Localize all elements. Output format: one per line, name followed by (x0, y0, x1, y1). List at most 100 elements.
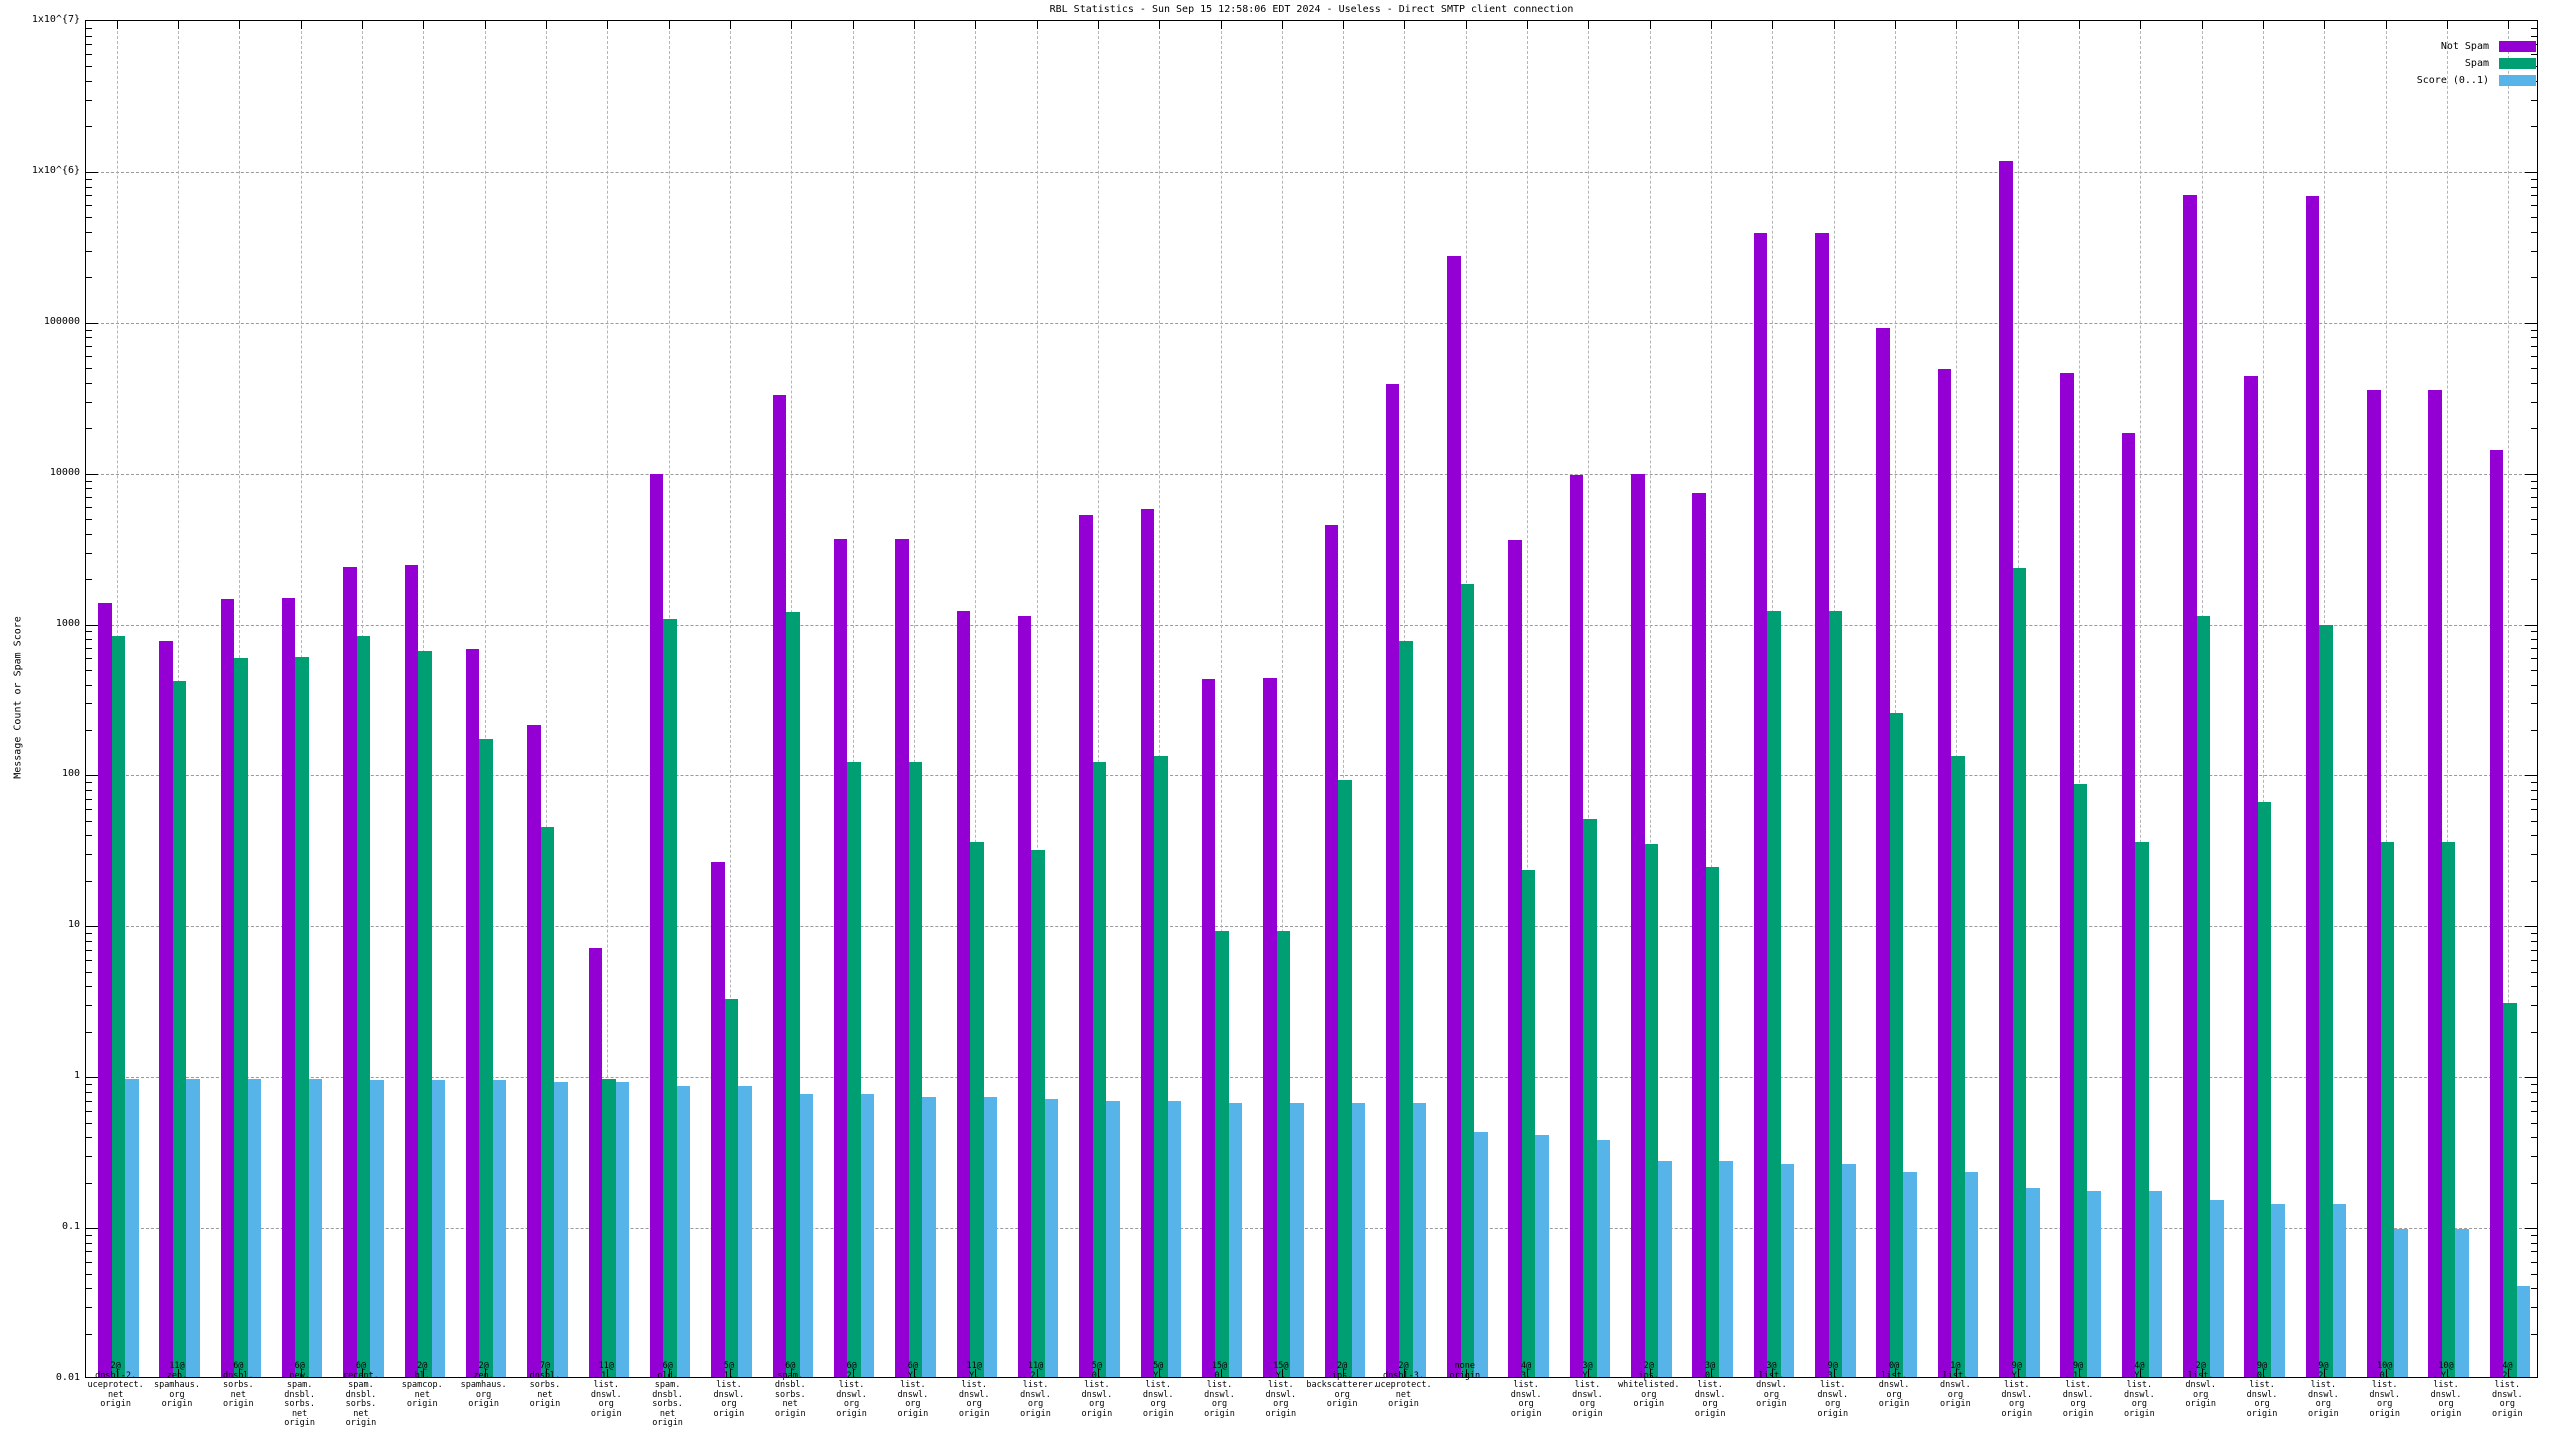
bar-score-0-1 (1351, 1103, 1365, 1377)
bar-score-0-1 (860, 1094, 875, 1377)
y-minor-tick (2531, 1005, 2537, 1007)
bar-spam (2196, 616, 2211, 1377)
y-minor-tick (86, 205, 92, 207)
y-minor-tick (86, 368, 92, 370)
bar-not-spam (1815, 233, 1829, 1377)
y-minor-tick (2531, 933, 2537, 935)
bar-score-0-1 (1106, 1101, 1120, 1377)
x-tick (1465, 21, 1467, 29)
x-tick (2140, 21, 2142, 29)
bar-spam (172, 680, 187, 1377)
legend-swatch-spam (2499, 58, 2536, 69)
h-gridline (86, 926, 2537, 928)
y-minor-tick (86, 195, 92, 197)
h-gridline (86, 473, 2537, 475)
bar-spam (2319, 624, 2333, 1377)
bar-score-0-1 (247, 1078, 262, 1377)
bar-score-0-1 (2210, 1199, 2224, 1377)
y-minor-tick (86, 27, 92, 29)
y-minor-tick (2531, 579, 2537, 581)
bar-score-0-1 (2271, 1204, 2285, 1377)
bar-spam (1215, 931, 1229, 1377)
y-minor-tick (2531, 488, 2537, 490)
bar-not-spam (1447, 255, 1461, 1377)
bar-spam (1154, 756, 1168, 1377)
h-gridline (86, 1228, 2537, 1230)
y-minor-tick (86, 1137, 92, 1139)
bar-spam (1338, 780, 1352, 1377)
bar-score-0-1 (1167, 1101, 1182, 1377)
bar-score-0-1 (2332, 1204, 2347, 1377)
x-tick (2201, 21, 2203, 29)
y-minor-tick (2531, 428, 2537, 430)
y-tick-label: 0.01 (55, 1372, 80, 1383)
y-minor-tick (2531, 1261, 2537, 1263)
bar-not-spam (343, 566, 357, 1377)
y-major-tick (2525, 473, 2537, 475)
y-major-tick (86, 322, 98, 324)
y-minor-tick (86, 631, 92, 633)
y-minor-tick (2531, 337, 2537, 339)
y-minor-tick (86, 552, 92, 554)
y-minor-tick (2531, 1182, 2537, 1184)
bar-not-spam (1569, 475, 1584, 1377)
y-minor-tick (86, 1273, 92, 1275)
x-tick (1036, 21, 1038, 29)
bar-spam (1705, 866, 1720, 1377)
y-minor-tick (2531, 231, 2537, 233)
y-minor-tick (86, 854, 92, 856)
x-tick (1281, 21, 1283, 29)
y-minor-tick (2531, 684, 2537, 686)
y-minor-tick (2531, 1156, 2537, 1158)
y-minor-tick (86, 820, 92, 822)
bar-score-0-1 (308, 1078, 323, 1377)
y-minor-tick (86, 507, 92, 509)
bar-score-0-1 (922, 1096, 936, 1377)
bar-not-spam (1631, 473, 1645, 1377)
x-tick (1097, 21, 1099, 29)
bar-spam (2380, 842, 2395, 1377)
y-tick-label: 1000 (55, 617, 80, 629)
y-minor-tick (86, 329, 92, 331)
y-minor-tick (86, 519, 92, 521)
bar-not-spam (220, 599, 235, 1377)
y-minor-tick (2531, 277, 2537, 279)
bar-spam (847, 761, 861, 1377)
y-major-tick (86, 1077, 98, 1079)
bar-score-0-1 (1780, 1163, 1795, 1377)
y-minor-tick (2531, 552, 2537, 554)
y-minor-tick (2531, 126, 2537, 128)
bar-not-spam (772, 395, 787, 1377)
x-tick (177, 21, 179, 29)
y-major-tick (2525, 775, 2537, 777)
bar-not-spam (2060, 373, 2074, 1377)
y-tick-label: 100000 (43, 315, 80, 327)
y-minor-tick (86, 940, 92, 942)
x-tick (913, 21, 915, 29)
bar-spam (1767, 610, 1781, 1377)
y-minor-tick (86, 1307, 92, 1308)
y-minor-tick (2531, 507, 2537, 509)
bar-score-0-1 (1044, 1098, 1059, 1377)
bar-spam (111, 635, 125, 1377)
bar-spam (1521, 869, 1536, 1377)
x-tick (1711, 21, 1713, 29)
y-minor-tick (2531, 658, 2537, 660)
chart-title: RBL Statistics - Sun Sep 15 12:58:06 EDT… (1049, 4, 1574, 15)
y-minor-tick (86, 1242, 92, 1244)
x-tick (2508, 21, 2510, 29)
bar-not-spam (2121, 433, 2136, 1377)
bar-score-0-1 (799, 1094, 814, 1377)
y-tick-label: 1x10^{6} (31, 164, 80, 176)
bar-spam (1276, 931, 1291, 1377)
y-minor-tick (86, 533, 92, 535)
y-minor-tick (2531, 820, 2537, 822)
h-gridline (86, 1077, 2537, 1079)
bar-not-spam (1201, 679, 1216, 1377)
y-minor-tick (86, 808, 92, 810)
y-minor-tick (2531, 1122, 2537, 1124)
bar-not-spam (527, 724, 541, 1377)
x-tick (975, 21, 977, 29)
y-minor-tick (86, 44, 92, 46)
bar-not-spam (1876, 327, 1890, 1377)
